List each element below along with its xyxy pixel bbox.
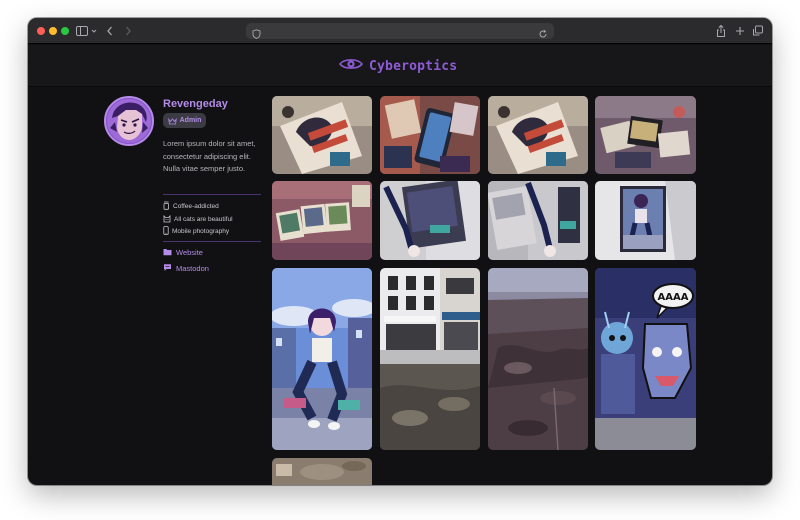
crown-icon	[167, 112, 177, 130]
site-title: Cyberoptics	[369, 58, 458, 74]
profile-username: Revengeday	[163, 98, 228, 110]
address-bar[interactable]	[246, 23, 554, 39]
role-badge-label: Admin	[179, 117, 202, 124]
browser-toolbar	[28, 18, 772, 44]
gallery-item-polaroid-stickers[interactable]	[272, 181, 372, 260]
fact-coffee: Coffee-addicted	[163, 201, 219, 211]
mastodon-link-label[interactable]: Mastodon	[176, 264, 209, 273]
fact-label: Mobile photography	[172, 227, 230, 235]
divider	[163, 194, 261, 195]
profile-bio: Lorem ipsum dolor sit amet, consectetur …	[163, 139, 256, 173]
phone-icon	[163, 225, 169, 237]
gallery-item-anime-girl[interactable]	[272, 268, 372, 450]
fact-cats: All cats are beautiful	[163, 214, 233, 224]
divider	[163, 241, 261, 242]
gallery-item-sticker-pole-2[interactable]	[488, 181, 588, 260]
gallery-item-anime-stickers-1[interactable]	[272, 96, 372, 174]
minimize-window-button[interactable]	[49, 27, 57, 35]
mastodon-link[interactable]: Mastodon	[163, 263, 209, 274]
website-link-label[interactable]: Website	[176, 248, 203, 257]
shield-icon	[252, 26, 261, 44]
gallery-item-sticker-pile[interactable]	[595, 96, 696, 174]
forward-icon[interactable]	[123, 23, 133, 39]
share-icon[interactable]	[715, 23, 727, 39]
graffiti-text: AAAA	[658, 292, 689, 303]
new-tab-icon[interactable]	[734, 23, 746, 39]
gallery-item-sticker-pole-1[interactable]	[380, 181, 480, 260]
folder-icon	[163, 248, 172, 258]
gallery-item-anime-stickers-2[interactable]	[488, 96, 588, 174]
fact-photography: Mobile photography	[163, 225, 230, 237]
website-link[interactable]: Website	[163, 247, 203, 258]
sidebar-toggle-icon[interactable]	[75, 23, 89, 39]
role-badge: Admin	[163, 113, 206, 128]
fact-label: All cats are beautiful	[174, 215, 233, 223]
tabs-overview-icon[interactable]	[752, 23, 764, 39]
chat-icon	[163, 263, 172, 274]
coffee-icon	[163, 201, 170, 212]
gallery-item-aerial-landscape[interactable]	[488, 268, 588, 450]
zoom-window-button[interactable]	[61, 27, 69, 35]
close-window-button[interactable]	[37, 27, 45, 35]
site-header: Cyberoptics	[28, 45, 772, 87]
gallery-item-graffiti-wall[interactable]: AAAA	[595, 268, 696, 450]
browser-window: Cyberoptics Revengeday Admin Lorem ipsum…	[28, 18, 772, 485]
reload-icon[interactable]	[538, 26, 548, 44]
gallery-item-phone-stickers[interactable]	[380, 96, 480, 174]
gallery-item-ground-texture[interactable]	[272, 458, 372, 485]
gallery-item-sticker-wall[interactable]	[595, 181, 696, 260]
fact-label: Coffee-addicted	[173, 202, 219, 210]
chevron-down-icon[interactable]	[90, 23, 98, 39]
site-logo[interactable]: Cyberoptics	[339, 56, 457, 76]
gallery-item-street-shop[interactable]	[380, 268, 480, 450]
eye-icon	[339, 57, 363, 76]
back-icon[interactable]	[105, 23, 115, 39]
cat-icon	[163, 214, 171, 225]
avatar	[104, 96, 154, 146]
